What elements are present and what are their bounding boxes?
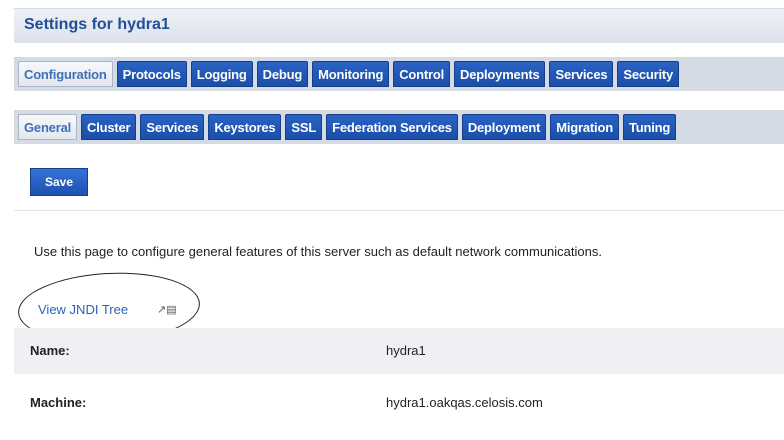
subtab-federation-services[interactable]: Federation Services xyxy=(326,114,458,140)
field-label: Name: xyxy=(30,343,70,358)
subtab-services[interactable]: Services xyxy=(140,114,205,140)
tab-deployments[interactable]: Deployments xyxy=(454,61,546,87)
subtab-tuning[interactable]: Tuning xyxy=(622,114,677,140)
main-tab-bar: Configuration Protocols Logging Debug Monito… xyxy=(14,57,784,91)
tab-monitoring[interactable]: Monitoring xyxy=(312,61,390,87)
field-row-machine: Machine: hydra1.oakqas.celosis.com xyxy=(14,380,784,426)
field-label: Machine: xyxy=(30,395,87,410)
page-description: Use this page to configure general featu… xyxy=(34,244,602,259)
tab-control[interactable]: Control xyxy=(393,61,451,87)
save-button[interactable]: Save xyxy=(30,168,88,196)
subtab-general[interactable]: General xyxy=(18,114,78,140)
page-title: Settings for hydra1 xyxy=(24,16,170,33)
tab-security[interactable]: Security xyxy=(617,61,680,87)
tab-protocols[interactable]: Protocols xyxy=(116,61,187,87)
sub-tab-bar: General Cluster Services Keystores SSL Federa… xyxy=(14,110,784,144)
field-row-name: Name: hydra1 xyxy=(14,328,784,374)
subtab-keystores[interactable]: Keystores xyxy=(208,114,282,140)
view-jndi-tree-link[interactable]: View JNDI Tree xyxy=(38,302,128,317)
field-value: hydra1 xyxy=(386,343,426,358)
subtab-deployment[interactable]: Deployment xyxy=(461,114,547,140)
title-bar: Settings for hydra1 xyxy=(14,8,784,43)
subtab-ssl[interactable]: SSL xyxy=(285,114,323,140)
tab-logging[interactable]: Logging xyxy=(190,61,253,87)
external-link-icon[interactable]: ↗▤ xyxy=(157,303,177,316)
tab-services[interactable]: Services xyxy=(549,61,614,87)
subtab-migration[interactable]: Migration xyxy=(550,114,619,140)
tab-configuration[interactable]: Configuration xyxy=(18,61,113,87)
field-value: hydra1.oakqas.celosis.com xyxy=(386,395,543,410)
subtab-cluster[interactable]: Cluster xyxy=(81,114,137,140)
tab-debug[interactable]: Debug xyxy=(256,61,309,87)
divider xyxy=(14,210,784,211)
